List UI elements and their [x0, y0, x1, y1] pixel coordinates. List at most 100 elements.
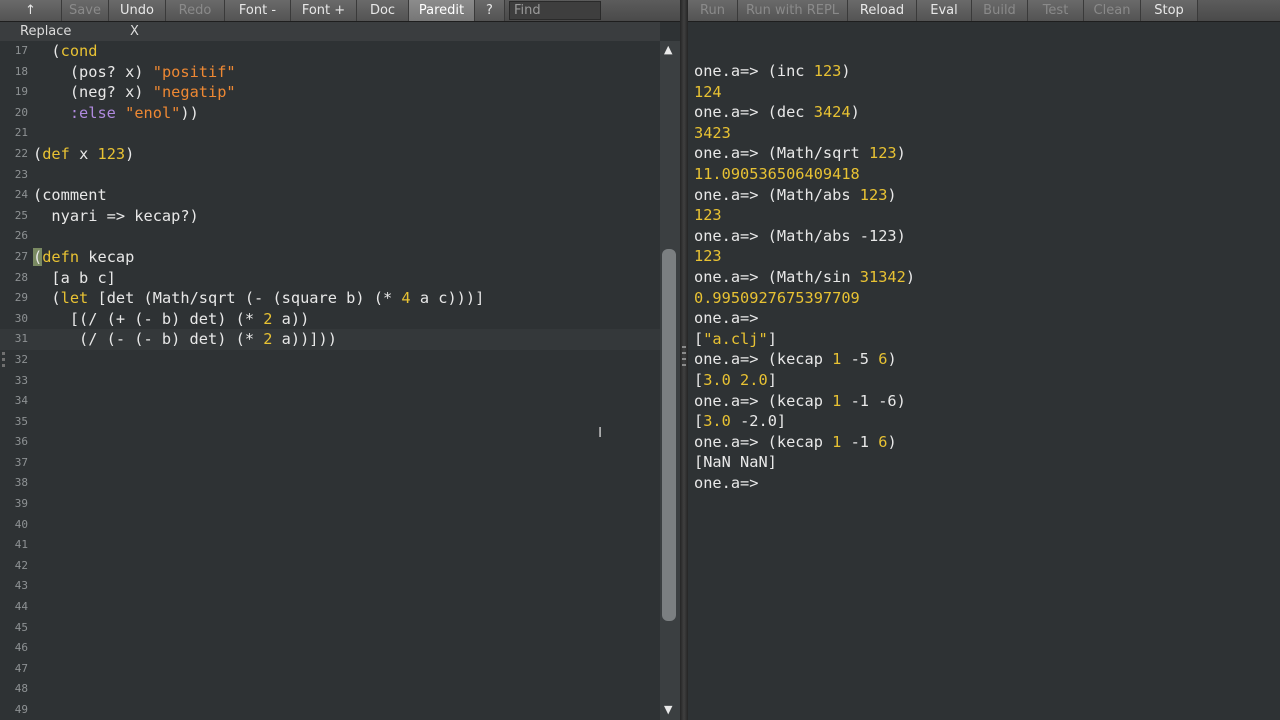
repl-token: 124 [694, 82, 722, 101]
code-line[interactable]: 23 [0, 165, 660, 186]
replace-button[interactable]: Replace [0, 22, 112, 41]
repl-token: -5 [841, 350, 879, 369]
doc-button[interactable]: Doc [357, 0, 409, 21]
code-line[interactable]: 22 (def x 123) [0, 144, 660, 165]
repl-line: one.a=> (inc 123) [694, 61, 1274, 82]
paredit-button[interactable]: Paredit [409, 0, 475, 21]
code-line[interactable]: 44 [0, 597, 660, 618]
code-token: ( [33, 247, 43, 266]
repl-token: one.a=> (Math/sqrt [694, 144, 869, 163]
test-button[interactable]: Test [1028, 0, 1084, 21]
font-decrease-button[interactable]: Font - [225, 0, 291, 21]
repl-line: [3.0 -2.0] [694, 411, 1274, 432]
undo-button[interactable]: Undo [109, 0, 166, 21]
eval-button[interactable]: Eval [917, 0, 972, 21]
repl-line: one.a=> (Math/sqrt 123) [694, 143, 1274, 164]
repl-line: one.a=> [694, 308, 1274, 329]
code-line[interactable]: 41 [0, 535, 660, 556]
code-line[interactable]: 42 [0, 556, 660, 577]
code-line[interactable]: 43 [0, 576, 660, 597]
scroll-down-icon[interactable]: ▼ [664, 703, 672, 716]
close-replace-button[interactable]: X [112, 22, 139, 41]
line-number: 23 [14, 167, 28, 181]
clean-button[interactable]: Clean [1084, 0, 1141, 21]
repl-line: [NaN NaN] [694, 452, 1274, 473]
editor-scrollbar[interactable]: ▲ ▼ [660, 41, 680, 720]
repl-token: 31342 [859, 267, 906, 286]
code-line[interactable]: 19 (neg? x) "negatip" [0, 82, 660, 103]
repl-token: 1 [832, 432, 842, 451]
splitter-grip-icon [682, 352, 686, 354]
code-line[interactable]: 26 [0, 226, 660, 247]
code-token: (/ (- (- b) det) (* [33, 330, 264, 349]
repl-token: ] [767, 329, 777, 348]
help-button[interactable]: ? [475, 0, 505, 21]
run-with-repl-button[interactable]: Run with REPL [738, 0, 848, 21]
code-line[interactable]: 27 (defn kecap [0, 247, 660, 268]
code-line[interactable]: 39 [0, 494, 660, 515]
line-number: 22 [14, 146, 28, 160]
find-input[interactable]: Find [509, 1, 601, 20]
code-line[interactable]: 21 [0, 123, 660, 144]
code-token: def [42, 144, 70, 163]
code-editor[interactable]: 17 (cond 18 (pos? x) "positif" 19 (neg? x)… [0, 41, 660, 720]
font-increase-button[interactable]: Font + [291, 0, 357, 21]
code-line[interactable]: 36 [0, 432, 660, 453]
code-line[interactable]: 30 [(/ (+ (- b) det) (* 2 a)) [0, 309, 660, 330]
scroll-up-icon[interactable]: ▲ [664, 43, 672, 56]
code-token: x [69, 144, 98, 163]
code-line[interactable]: 40 [0, 515, 660, 536]
editor-toolbar: ↑ Save Undo Redo Font - Font + Doc Pared… [0, 0, 680, 22]
repl-output[interactable]: one.a=> (inc 123) 124 one.a=> (dec 3424) 34… [694, 61, 1274, 493]
code-token: [det (Math/sqrt (- (square b) (* [88, 289, 402, 308]
code-line[interactable]: 38 [0, 473, 660, 494]
code-line[interactable]: 35 [0, 412, 660, 433]
code-token: ( [33, 42, 61, 60]
reload-button[interactable]: Reload [848, 0, 917, 21]
repl-token: -1 [841, 432, 879, 451]
code-line[interactable]: 28 [a b c] [0, 268, 660, 289]
line-number: 21 [14, 126, 28, 140]
code-text: nyari => kecap?) [33, 206, 199, 227]
code-token: (neg? x) [33, 83, 153, 102]
save-button[interactable]: Save [62, 0, 109, 21]
repl-token: one.a=> (kecap [694, 350, 833, 369]
code-line[interactable]: 47 [0, 659, 660, 680]
code-line[interactable]: 32 [0, 350, 660, 371]
line-number: 17 [14, 44, 28, 57]
code-line[interactable]: 33 [0, 371, 660, 392]
redo-button[interactable]: Redo [166, 0, 225, 21]
code-line[interactable]: 45 [0, 618, 660, 639]
repl-token: [ [694, 329, 704, 348]
code-line[interactable]: 17 (cond [0, 41, 660, 62]
line-number: 36 [14, 435, 28, 449]
run-button[interactable]: Run [688, 0, 738, 21]
code-line[interactable]: 48 [0, 679, 660, 700]
code-line[interactable]: 46 [0, 638, 660, 659]
code-line[interactable]: 18 (pos? x) "positif" [0, 62, 660, 83]
code-text: [a b c] [33, 268, 115, 289]
stop-button[interactable]: Stop [1141, 0, 1198, 21]
repl-token: -1 -6) [841, 391, 906, 410]
repl-token: -2.0] [730, 412, 787, 431]
splitter-grip-icon [682, 346, 686, 348]
code-line[interactable]: 29 (let [det (Math/sqrt (- (square b) (*… [0, 288, 660, 309]
repl-token: 123 [859, 185, 888, 204]
repl-token: one.a=> [694, 473, 759, 492]
code-line[interactable]: 49 [0, 700, 660, 720]
repl-token: ) [905, 267, 916, 286]
code-line[interactable]: 34 [0, 391, 660, 412]
up-button[interactable]: ↑ [0, 0, 62, 21]
code-token: nyari => kecap?) [33, 206, 199, 225]
code-line[interactable]: 31 (/ (- (- b) det) (* 2 a))])) [0, 329, 660, 350]
pane-splitter[interactable] [680, 0, 688, 720]
code-line[interactable]: 20 :else "enol")) [0, 103, 660, 124]
code-line[interactable]: 24 (comment [0, 185, 660, 206]
line-number: 43 [14, 579, 28, 593]
scrollbar-thumb[interactable] [662, 249, 676, 621]
code-line[interactable]: 37 [0, 453, 660, 474]
code-line[interactable]: 25 nyari => kecap?) [0, 206, 660, 227]
build-button[interactable]: Build [972, 0, 1028, 21]
code-token: (comment [33, 186, 107, 205]
repl-token: ) [887, 350, 897, 369]
